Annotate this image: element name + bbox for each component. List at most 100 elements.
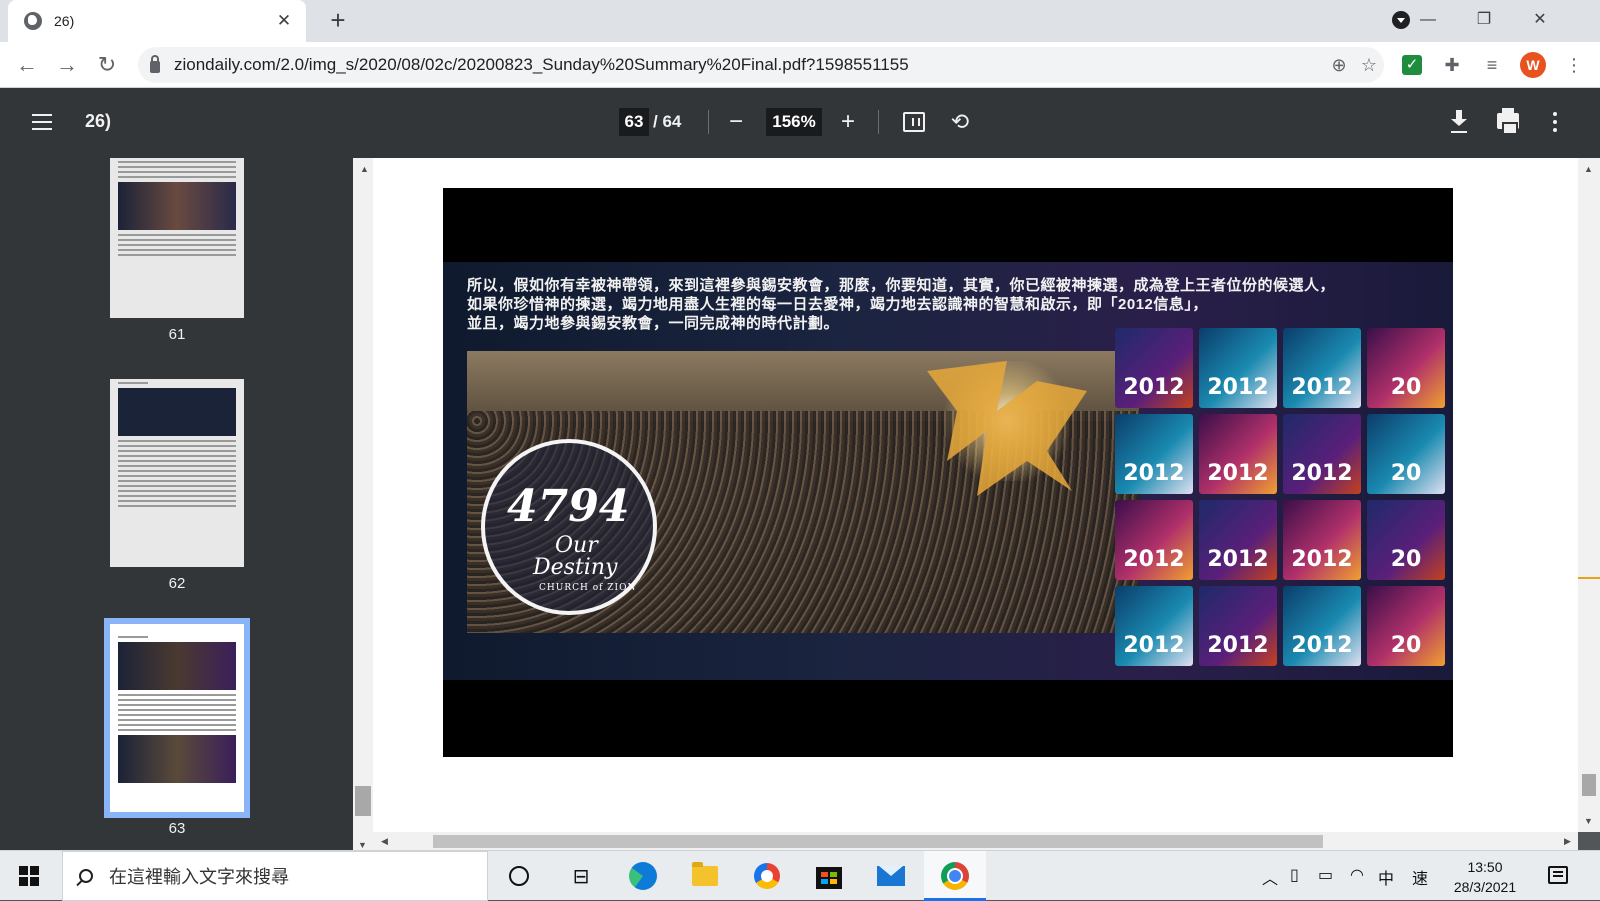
task-view-icon[interactable]: ⊟ — [566, 861, 596, 891]
book-tile: 2012 — [1283, 500, 1361, 580]
system-clock[interactable]: 13:50 28/3/2021 — [1440, 857, 1530, 897]
sidebar-scroll-down-icon[interactable]: ▼ — [358, 840, 367, 850]
thumbnail-sidebar: 61 62 63 — [0, 158, 353, 850]
book-tile: 2012 — [1283, 328, 1361, 408]
golden-aleph-graphic — [927, 361, 1087, 496]
thumbnail-label: 61 — [168, 326, 186, 343]
url-text[interactable]: ziondaily.com/2.0/img_s/2020/08/02c/2020… — [174, 55, 1324, 75]
book-tile: 20 — [1367, 500, 1445, 580]
store-icon[interactable] — [814, 861, 844, 891]
chrome-icon[interactable] — [940, 861, 970, 891]
back-arrow-icon[interactable]: ← — [12, 50, 42, 80]
taskbar-search-placeholder: 在這裡輸入文字來搜尋 — [109, 867, 289, 887]
tab-title: 26) — [54, 13, 75, 29]
rotate-icon[interactable]: ⟲ — [946, 108, 974, 136]
document-vertical-scrollbar[interactable] — [1578, 158, 1600, 832]
extension-check-icon[interactable]: ✓ — [1402, 55, 1422, 75]
book-tile: 2012 — [1115, 500, 1193, 580]
book-tile: 20 — [1367, 586, 1445, 666]
book-tile: 2012 — [1199, 328, 1277, 408]
scroll-position-marker — [1578, 577, 1600, 579]
document-horizontal-scrollbar-thumb[interactable] — [433, 835, 1323, 848]
sidebar-scrollbar-thumb[interactable] — [355, 786, 371, 816]
lock-icon[interactable] — [150, 54, 160, 73]
window-restore-button[interactable]: ❐ — [1464, 6, 1504, 34]
reload-icon[interactable]: ↻ — [92, 50, 122, 80]
window-close-button[interactable]: ✕ — [1520, 6, 1560, 34]
thumbnail-page-63[interactable] — [104, 618, 250, 818]
sidebar-menu-icon[interactable] — [32, 114, 52, 130]
ime-language-indicator[interactable]: 中 — [1378, 865, 1394, 889]
windows-taskbar: 在這裡輸入文字來搜尋 ⊟ ︿ ▯ ▭ ◠ 中 速 13:50 28/3/2021 — [0, 850, 1600, 901]
print-icon[interactable] — [1497, 108, 1519, 135]
address-bar[interactable]: ziondaily.com/2.0/img_s/2020/08/02c/2020… — [138, 47, 1384, 83]
wifi-icon[interactable]: ◠ — [1350, 865, 1364, 885]
forward-arrow-icon[interactable]: → — [52, 50, 82, 80]
logo-church: CHURCH of ZION — [539, 583, 637, 593]
4794-logo: 4794 Our Destiny CHURCH of ZION — [481, 439, 657, 615]
document-vertical-scrollbar-thumb[interactable] — [1582, 774, 1596, 796]
logo-our: Our — [555, 533, 598, 558]
download-icon-base — [1451, 131, 1467, 133]
pdf-toolbar: 26) 63 / 64 − 156% + ⟲ — [0, 88, 1600, 158]
doc-scroll-down-icon[interactable]: ▼ — [1584, 816, 1593, 826]
book-tile: 20 — [1367, 414, 1445, 494]
window-minimize-button[interactable]: — — [1408, 6, 1448, 34]
caption-line-1: 所以，假如你有幸被神帶領，來到這裡參與錫安教會，那麼，你要知道，其實，你已經被神… — [467, 277, 1336, 294]
show-hidden-icons-icon[interactable]: ︿ — [1262, 865, 1278, 889]
document-title: 26) — [85, 111, 112, 131]
file-explorer-icon[interactable] — [690, 861, 720, 891]
device-icon[interactable]: ▯ — [1290, 865, 1299, 885]
zoom-level-input[interactable]: 156% — [766, 108, 822, 136]
logo-destiny: Destiny — [533, 555, 618, 580]
cortana-icon[interactable] — [504, 861, 534, 891]
battery-icon[interactable]: ▭ — [1318, 865, 1333, 885]
mail-icon[interactable] — [876, 861, 906, 891]
book-tile: 2012 — [1115, 414, 1193, 494]
media-queue-icon[interactable]: ≡ — [1480, 53, 1504, 77]
slide-image: 所以，假如你有幸被神帶領，來到這裡參與錫安教會，那麼，你要知道，其實，你已經被神… — [443, 188, 1453, 757]
new-tab-button[interactable]: + — [324, 6, 352, 34]
doc-scroll-left-icon[interactable]: ◀ — [381, 836, 388, 847]
browser-toolbar: ← → ↻ ziondaily.com/2.0/img_s/2020/08/02… — [0, 42, 1600, 88]
caption-line-2: 如果你珍惜神的揀選，竭力地用盡人生裡的每一日去愛神，竭力地去認識神的智慧和啟示，… — [467, 296, 1208, 313]
thumbnail-page-61[interactable] — [110, 158, 244, 318]
thumbnail-label: 62 — [168, 575, 186, 592]
doc-scroll-up-icon[interactable]: ▲ — [1584, 164, 1593, 174]
extensions-puzzle-icon[interactable]: ✚ — [1440, 53, 1464, 77]
page-number-input[interactable]: 63 — [619, 108, 649, 136]
browser-tab[interactable]: 26) ✕ — [8, 0, 306, 42]
sidebar-scrollbar[interactable] — [353, 158, 373, 850]
zoom-magnifier-icon[interactable]: ⊕ — [1324, 55, 1354, 76]
profile-avatar[interactable]: W — [1520, 52, 1546, 78]
clock-date: 28/3/2021 — [1453, 879, 1517, 895]
book-tile: 2012 — [1283, 414, 1361, 494]
clock-time: 13:50 — [1467, 859, 1503, 875]
book-tile: 2012 — [1115, 328, 1193, 408]
congregation-photo: 4794 Our Destiny CHURCH of ZION — [467, 351, 1139, 633]
book-tile: 2012 — [1199, 414, 1277, 494]
ime-mode-indicator[interactable]: 速 — [1412, 865, 1428, 889]
zoom-in-button[interactable]: + — [834, 108, 862, 136]
book-cover-grid: 2012 2012 2012 20 2012 2012 2012 20 2012… — [1105, 328, 1453, 680]
page-total: / 64 — [653, 112, 682, 131]
bookmark-star-icon[interactable]: ☆ — [1354, 55, 1384, 76]
browser-menu-icon[interactable]: ⋮ — [1562, 53, 1586, 77]
scroll-up-icon[interactable]: ▲ — [360, 164, 369, 174]
app-ring-icon[interactable] — [752, 861, 782, 891]
zoom-out-button[interactable]: − — [722, 108, 750, 136]
globe-icon — [24, 12, 42, 30]
thumbnail-page-62[interactable] — [110, 379, 244, 567]
pdf-more-options-icon[interactable] — [1553, 112, 1557, 132]
windows-start-icon[interactable] — [19, 866, 39, 886]
notification-center-icon[interactable] — [1548, 866, 1568, 884]
tab-strip: 26) ✕ + — ❐ ✕ — [0, 0, 1600, 42]
doc-scroll-right-icon[interactable]: ▶ — [1564, 836, 1571, 847]
tab-close-button[interactable]: ✕ — [274, 11, 294, 31]
logo-number: 4794 — [507, 481, 630, 532]
taskbar-search-box[interactable]: 在這裡輸入文字來搜尋 — [62, 851, 488, 901]
edge-icon[interactable] — [628, 861, 658, 891]
fit-to-page-icon[interactable] — [903, 112, 925, 132]
thumbnail-label: 63 — [168, 820, 186, 837]
download-icon[interactable] — [1451, 110, 1467, 132]
